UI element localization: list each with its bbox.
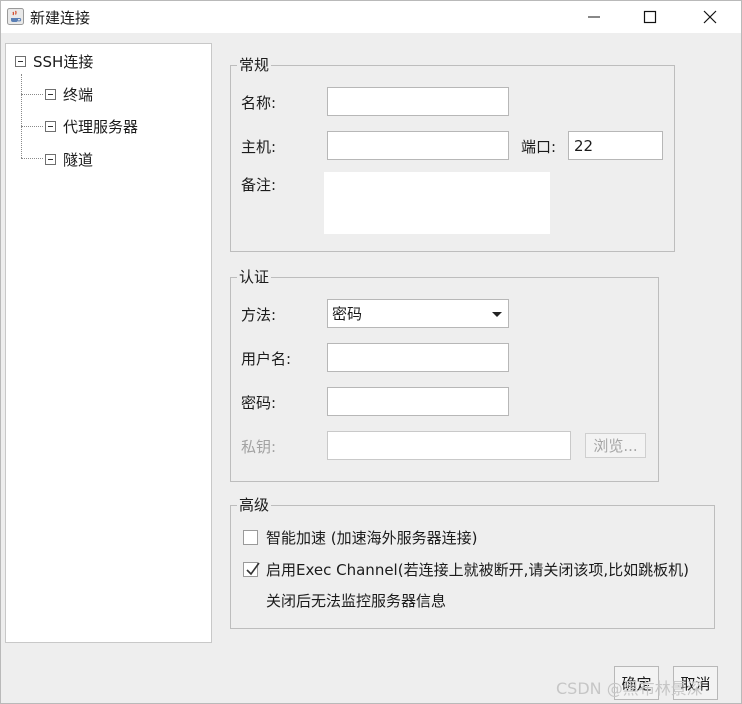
checkmark-icon	[246, 562, 260, 576]
tree-node-label: 代理服务器	[63, 117, 139, 136]
close-button[interactable]	[687, 1, 733, 33]
tree-connector	[21, 94, 43, 95]
tree-node-label: 终端	[63, 85, 94, 104]
collapse-icon[interactable]	[15, 55, 26, 67]
port-input[interactable]	[568, 131, 663, 160]
settings-tree: SSH连接 终端 代理服务器 隧道	[5, 43, 212, 643]
chevron-down-icon	[492, 312, 502, 317]
method-select[interactable]: 密码	[327, 299, 509, 328]
password-input[interactable]	[327, 387, 509, 416]
new-connection-dialog: 新建连接 SSH连接 终端 代理服务器 隧道 常规 名称: 主机: 端口: 22…	[0, 0, 742, 704]
tree-connector	[21, 126, 43, 127]
group-title: 认证	[237, 267, 272, 287]
password-label: 密码:	[241, 394, 277, 412]
tree-node-ssh[interactable]: SSH连接	[15, 50, 93, 72]
collapse-icon[interactable]	[45, 120, 56, 132]
minimize-icon	[588, 16, 600, 18]
smart-accel-label[interactable]: 智能加速 (加速海外服务器连接)	[266, 528, 477, 548]
method-select-value: 密码	[332, 305, 363, 323]
note-textarea[interactable]	[324, 172, 550, 234]
tree-node-tunnel[interactable]: 隧道	[45, 148, 93, 170]
username-label: 用户名:	[241, 350, 292, 368]
maximize-icon	[643, 10, 657, 24]
close-icon	[703, 10, 717, 24]
browse-button[interactable]: 浏览...	[585, 433, 646, 458]
private-key-input[interactable]	[327, 431, 571, 460]
collapse-icon[interactable]	[45, 88, 56, 100]
method-label: 方法:	[241, 306, 277, 324]
minimize-button[interactable]	[571, 1, 617, 33]
tree-node-terminal[interactable]: 终端	[45, 83, 93, 105]
tree-node-proxy[interactable]: 代理服务器	[45, 115, 138, 137]
watermark-text: CSDN @黑布林景深	[556, 679, 703, 698]
maximize-button[interactable]	[627, 1, 673, 33]
group-title: 常规	[237, 55, 272, 75]
smart-accel-checkbox[interactable]	[243, 530, 258, 545]
tree-connector	[21, 158, 43, 159]
exec-channel-note: 关闭后无法监控服务器信息	[266, 592, 447, 610]
exec-channel-label[interactable]: 启用Exec Channel(若连接上就被断开,请关闭该项,比如跳板机)	[266, 560, 689, 580]
port-label: 端口:	[521, 138, 557, 156]
tree-node-label: SSH连接	[33, 52, 94, 71]
note-label: 备注:	[241, 176, 277, 194]
window-title: 新建连接	[30, 9, 91, 27]
group-title: 高级	[237, 495, 272, 515]
name-input[interactable]	[327, 87, 509, 116]
host-input[interactable]	[327, 131, 509, 160]
exec-channel-checkbox[interactable]	[243, 562, 260, 577]
tree-node-label: 隧道	[63, 150, 94, 169]
tree-connector	[21, 74, 22, 158]
host-label: 主机:	[241, 138, 277, 156]
private-key-label: 私钥:	[241, 438, 277, 456]
title-bar[interactable]: 新建连接	[1, 1, 741, 33]
name-label: 名称:	[241, 94, 277, 112]
username-input[interactable]	[327, 343, 509, 372]
collapse-icon[interactable]	[45, 153, 56, 165]
java-cup-icon	[7, 8, 24, 25]
